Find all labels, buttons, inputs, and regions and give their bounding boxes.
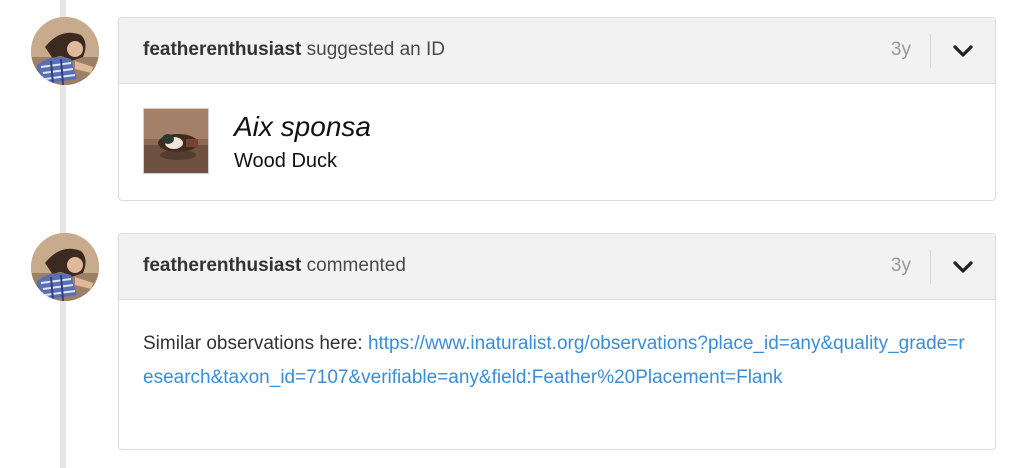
card-header: featherenthusiast suggested an ID 3y: [119, 18, 995, 84]
card-title: featherenthusiast suggested an ID: [143, 18, 445, 84]
user-avatar[interactable]: [31, 17, 99, 85]
activity-action: suggested an ID: [306, 39, 446, 60]
taxon-scientific-name[interactable]: Aix sponsa: [234, 111, 371, 143]
card-header: featherenthusiast commented 3y: [119, 234, 995, 300]
header-divider: [930, 34, 931, 68]
avatar-photo-icon: [31, 17, 99, 85]
chevron-down-icon[interactable]: [951, 39, 975, 63]
card-title: featherenthusiast commented: [143, 234, 406, 300]
taxon-photo[interactable]: [143, 108, 209, 174]
activity-feed: featherenthusiast suggested an ID 3y Aix…: [0, 0, 1023, 468]
comment-card: featherenthusiast commented 3y Similar o…: [118, 233, 996, 450]
comment-text: Similar observations here:: [143, 333, 368, 354]
identification-card: featherenthusiast suggested an ID 3y Aix…: [118, 17, 996, 201]
activity-action: commented: [306, 255, 406, 276]
header-divider: [930, 250, 931, 284]
taxon-common-name: Wood Duck: [234, 150, 338, 172]
avatar-photo-icon: [31, 233, 99, 301]
username-link[interactable]: featherenthusiast: [143, 255, 301, 276]
user-avatar[interactable]: [31, 233, 99, 301]
activity-time: 3y: [890, 255, 911, 276]
username-link[interactable]: featherenthusiast: [143, 39, 301, 60]
chevron-down-icon[interactable]: [951, 255, 975, 279]
wood-duck-photo-icon: [144, 109, 208, 173]
comment-body: Similar observations here: https://www.i…: [119, 300, 995, 449]
identification-body: Aix sponsa Wood Duck: [119, 84, 995, 198]
activity-time: 3y: [890, 39, 911, 60]
